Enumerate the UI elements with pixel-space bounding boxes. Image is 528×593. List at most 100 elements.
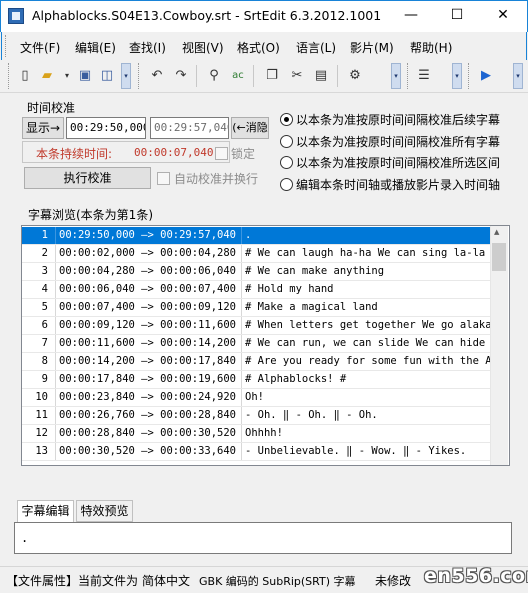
row-number: 7 [41,337,48,349]
row-time: 00:00:14,200 —> 00:00:17,840 [55,353,241,370]
row-number: 4 [41,283,48,295]
display-button[interactable]: 显示→ [22,117,64,139]
watermark-logo: en556.com [424,565,528,587]
tab-effect-preview[interactable]: 特效预览 [76,500,133,522]
save-icon[interactable]: ▣ [75,66,95,86]
table-row[interactable]: 9 00:00:17,840 —> 00:00:19,600 # Alphabloc… [22,371,493,389]
paste-icon[interactable]: ▤ [311,66,331,86]
menu-language[interactable]: 语言(L) [296,39,336,56]
maximize-button[interactable]: ☐ [434,0,480,31]
duration-value: 00:00:07,040 [134,146,214,159]
open-dropdown-icon[interactable]: ▾ [57,66,77,86]
option-radio-1[interactable] [280,113,293,126]
new-file-icon[interactable]: ▯ [15,66,35,86]
menu-find[interactable]: 查找(I) [129,39,166,56]
menu-file[interactable]: 文件(F) [20,39,60,56]
toolbar-grip-3[interactable] [407,63,411,89]
open-folder-icon[interactable]: ▰ [37,66,57,86]
row-number: 11 [35,409,48,421]
toolbar-separator [253,65,254,87]
menu-format[interactable]: 格式(O) [237,39,280,56]
time-b-field[interactable]: 00:29:57,040 [150,117,229,139]
table-row[interactable]: 12 00:00:28,840 —> 00:00:30,520 Ohhhh! [22,425,493,443]
row-number: 10 [35,391,48,403]
option-radio-2[interactable] [280,135,293,148]
row-time: 00:00:30,520 —> 00:00:33,640 [55,443,241,460]
row-time: 00:00:28,840 —> 00:00:30,520 [55,425,241,442]
undo-icon[interactable]: ↶ [147,66,167,86]
row-text: # We can laugh ha-ha We can sing la-la [241,245,493,262]
tab-subtitle-edit[interactable]: 字幕编辑 [17,500,74,523]
replace-icon[interactable]: ac [228,66,248,86]
table-row[interactable]: 1 00:29:50,000 —> 00:29:57,040. [22,227,493,245]
row-time: 00:00:26,760 —> 00:00:28,840 [55,407,241,424]
list-icon[interactable]: ☰ [414,66,434,86]
menu-edit[interactable]: 编辑(E) [75,39,116,56]
save-as-icon[interactable]: ◫ [97,66,117,86]
table-row[interactable]: 8 00:00:14,200 —> 00:00:17,840 # Are you r… [22,353,493,371]
row-text: # We can make anything [241,263,493,280]
close-button[interactable]: ✕ [480,0,526,31]
row-text: # Make a magical land [241,299,493,316]
menu-help[interactable]: 帮助(H) [410,39,452,56]
play-icon[interactable]: ▶ [476,66,496,86]
toolbar-chevron[interactable]: ▾ [452,63,462,89]
row-number: 1 [41,229,48,241]
row-time: 00:00:07,400 —> 00:00:09,120 [55,299,241,316]
toolbar-chevron[interactable]: ▾ [391,63,401,89]
sync-group-label: 时间校准 [27,101,76,115]
copy-icon[interactable]: ❐ [262,66,282,86]
row-time: 00:00:02,000 —> 00:00:04,280 [55,245,241,262]
table-row[interactable]: 6 00:00:09,120 —> 00:00:11,600 # When lett… [22,317,493,335]
toolbar-grip[interactable] [8,63,12,89]
toolbar-grip-2[interactable] [138,63,142,89]
table-row[interactable]: 3 00:00:04,280 —> 00:00:06,040 # We can ma… [22,263,493,281]
settings-icon[interactable]: ⚙ [345,66,365,86]
scroll-up-icon[interactable]: ▲ [494,228,499,236]
auto-checkbox[interactable] [157,172,170,185]
find-icon[interactable]: ⚲ [204,66,224,86]
menu-movie[interactable]: 影片(M) [350,39,394,56]
cancel-button[interactable]: (←消隐 [231,117,269,139]
cut-icon[interactable]: ✂ [287,66,307,86]
toolbar-chevron[interactable]: ▾ [513,63,523,89]
table-row[interactable]: 13 00:00:30,520 —> 00:00:33,640- Unbeliev… [22,443,493,461]
table-row[interactable]: 2 00:00:02,000 —> 00:00:04,280 # We can la… [22,245,493,263]
row-text: # Are you ready for some fun with the Al… [241,353,493,370]
subtitle-table[interactable]: 1 00:29:50,000 —> 00:29:57,040. 2 00:00:02,… [21,225,510,466]
row-time: 00:00:09,120 —> 00:00:11,600 [55,317,241,334]
minimize-button[interactable]: — [388,0,434,31]
row-text: # We can run, we can slide We can hide i… [241,335,493,352]
row-number: 3 [41,265,48,277]
table-row[interactable]: 5 00:00:07,400 —> 00:00:09,120 # Make a ma… [22,299,493,317]
option-radio-4[interactable] [280,178,293,191]
row-number: 12 [35,427,48,439]
row-time: 00:00:06,040 —> 00:00:07,400 [55,281,241,298]
toolbar-separator [337,65,338,87]
subtitle-editor[interactable]: . [14,522,512,554]
table-row[interactable]: 4 00:00:06,040 —> 00:00:07,400 # Hold my h… [22,281,493,299]
row-text: # Alphablocks! # [241,371,493,388]
table-row[interactable]: 7 00:00:11,600 —> 00:00:14,200 # We can ru… [22,335,493,353]
scroll-thumb[interactable] [492,243,506,271]
table-row[interactable]: 11 00:00:26,760 —> 00:00:28,840- Oh. ‖ - … [22,407,493,425]
row-number: 13 [35,445,48,457]
toolbar-chevron[interactable]: ▾ [121,63,131,89]
app-icon [8,8,24,24]
redo-icon[interactable]: ↷ [171,66,191,86]
menu-view[interactable]: 视图(V) [182,39,224,56]
row-text: Oh! [241,389,493,406]
time-a-field[interactable]: 00:29:50,000 [66,117,146,139]
execute-button[interactable]: 执行校准 [24,167,151,189]
status-prefix: 【文件属性】当前文件为 [6,574,139,588]
auto-label: 自动校准并换行 [174,172,259,186]
table-row[interactable]: 10 00:00:23,840 —> 00:00:24,920 Oh! [22,389,493,407]
row-text: . [241,227,493,244]
menubar-grip[interactable] [5,35,9,57]
option-radio-3[interactable] [280,156,293,169]
lock-checkbox[interactable] [215,147,228,160]
duration-label: 本条持续时间: [36,147,113,161]
toolbar-grip-4[interactable] [468,63,472,89]
row-number: 6 [41,319,48,331]
row-time: 00:00:11,600 —> 00:00:14,200 [55,335,241,352]
